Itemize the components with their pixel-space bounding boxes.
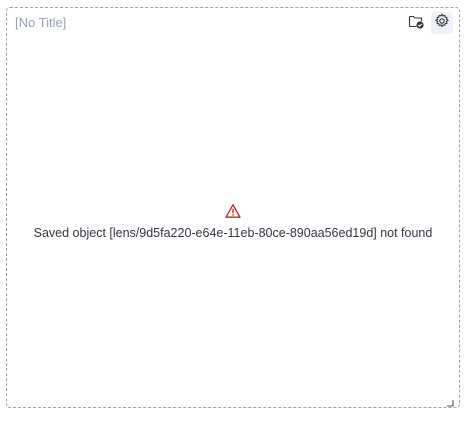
panel-settings-button[interactable] [431,12,453,34]
error-message: Saved object [lens/9d5fa220-e64e-11eb-80… [33,226,433,240]
panel-title: [No Title] [15,15,67,30]
gear-icon [434,13,450,34]
library-button[interactable] [405,12,427,34]
panel-header-actions [405,12,453,34]
dashboard-panel: [No Title] Saved object [lens/9d5fa220-e… [6,7,460,408]
resize-handle-icon[interactable] [446,394,454,407]
warning-icon [225,203,241,219]
folder-check-icon [408,13,424,34]
panel-error: Saved object [lens/9d5fa220-e64e-11eb-80… [7,203,459,241]
